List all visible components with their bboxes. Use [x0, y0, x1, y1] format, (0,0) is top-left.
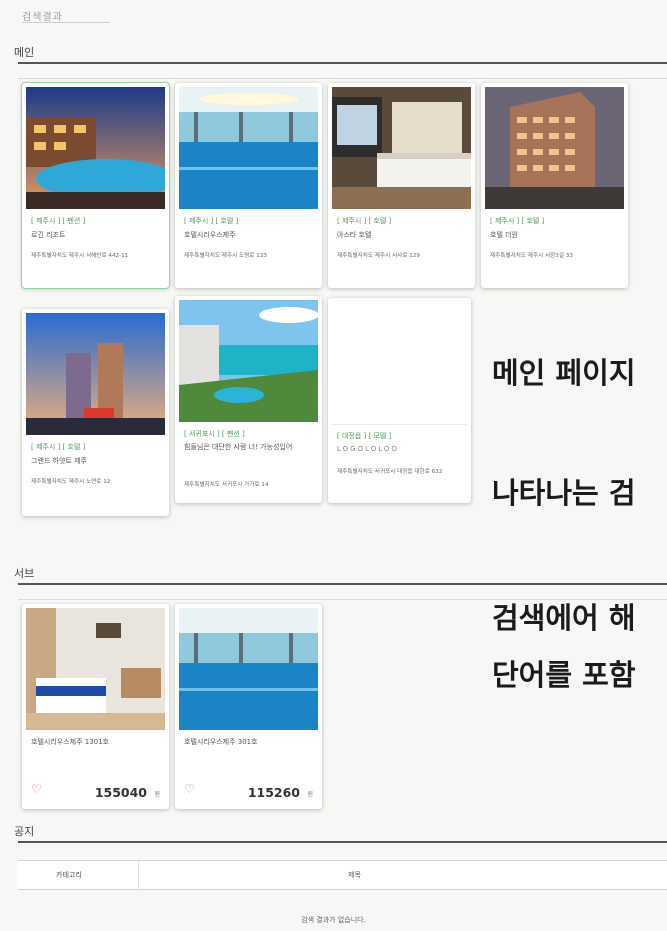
- room-price: 155040: [94, 785, 147, 800]
- heart-outline-icon[interactable]: ♡: [31, 782, 42, 796]
- room-card[interactable]: 호텔시리우스제주 301호 ♡ 115260 원: [175, 604, 322, 809]
- column-title: 제목: [348, 871, 361, 879]
- overlay-text-1: 메인 페이지: [492, 356, 636, 390]
- section-sub-label: 서브: [14, 567, 35, 580]
- place-address: 제주특별자치도 제주시 도령로 133: [184, 253, 267, 259]
- place-address: 제주특별자치도 제주시 서해안로 442-11: [31, 253, 129, 259]
- price-unit: 원: [307, 791, 313, 798]
- section-main-label: 메인: [14, 46, 35, 59]
- room-card[interactable]: 호텔시리우스제주 1301호 ♡ 155040 원: [22, 604, 169, 809]
- place-address: 제주특별자치도 제주시 서사로 129: [337, 253, 420, 259]
- place-name: 로긴 리조트: [31, 231, 66, 239]
- price-unit: 원: [154, 791, 160, 798]
- place-tags: [ 제주시 ] [ 호텔 ]: [184, 217, 239, 225]
- page-title: 검색결과: [22, 12, 63, 23]
- place-card[interactable]: [ 제주시 ] [ 호텔 ] 호텔시리우스제주 제주특별자치도 제주시 도령로 …: [175, 83, 322, 288]
- place-address: 제주특별자치도 제주시 노연로 12: [31, 479, 111, 485]
- place-tags: [ 제주시 ] [ 호텔 ]: [490, 217, 545, 225]
- place-address: 제주특별자치도 서귀포시 가가로 14: [184, 482, 269, 488]
- place-card[interactable]: [ 제주시 ] [ 호텔 ] 그랜드 하얏트 제주 제주특별자치도 제주시 노연…: [22, 309, 169, 516]
- place-photo-towers: [26, 313, 165, 435]
- room-name: 호텔시리우스제주 301호: [184, 738, 258, 746]
- place-name: LOGOLOLOO: [337, 445, 399, 453]
- place-address: 제주특별자치도 제주시 서광3길 33: [490, 253, 573, 259]
- place-photo-resort: [26, 87, 165, 209]
- room-name: 호텔시리우스제주 1301호: [31, 738, 109, 746]
- notice-table-header: 카테고리 제목: [18, 860, 667, 890]
- place-photo-room: [332, 87, 471, 209]
- place-tags: [ 제주시 ] [ 호텔 ]: [31, 443, 86, 451]
- place-card[interactable]: [ 제주시 ] [ 펜션 ] 로긴 리조트 제주특별자치도 제주시 서해안로 4…: [21, 82, 170, 289]
- room-photo-pool: [179, 608, 318, 730]
- place-card[interactable]: [ 제주시 ] [ 호텔 ] 아스타 호텔 제주특별자치도 제주시 서사로 12…: [328, 83, 475, 288]
- section-main-subrule: [18, 78, 667, 79]
- place-name: 힘들님은 대단한 사람 너! 가능성입어: [184, 443, 293, 451]
- room-price: 115260: [247, 785, 300, 800]
- page-title-underline: [22, 22, 110, 23]
- section-sub-rule: [18, 583, 667, 585]
- section-main-rule: [18, 62, 667, 64]
- place-photo-building: [485, 87, 624, 209]
- place-photo-pool: [179, 87, 318, 209]
- place-tags: [ 제주시 ] [ 펜션 ]: [31, 217, 86, 225]
- place-name: 아스타 호텔: [337, 231, 372, 239]
- place-card[interactable]: [ 제주시 ] [ 호텔 ] 호텔 더원 제주특별자치도 제주시 서광3길 33: [481, 83, 628, 288]
- place-name: 그랜드 하얏트 제주: [31, 457, 87, 465]
- place-photo-beach: [179, 300, 318, 422]
- place-name: 호텔 더원: [490, 231, 518, 239]
- column-divider: [138, 861, 139, 889]
- place-card[interactable]: [ 대정읍 ] [ 모텔 ] LOGOLOLOO 제주특별자치도 서귀포시 대정…: [328, 298, 471, 503]
- place-address: 제주특별자치도 서귀포시 대정읍 대한로 632: [337, 469, 443, 475]
- place-card[interactable]: [ 서귀포시 ] [ 펜션 ] 힘들님은 대단한 사람 너! 가능성입어 제주특…: [175, 296, 322, 503]
- place-tags: [ 대정읍 ] [ 모텔 ]: [337, 432, 392, 440]
- place-tags: [ 제주시 ] [ 호텔 ]: [337, 217, 392, 225]
- overlay-text-2: 나타나는 검: [492, 476, 636, 510]
- overlay-text-3: 검색에어 해: [492, 601, 636, 635]
- room-photo-bedroom: [26, 608, 165, 730]
- place-tags: [ 서귀포시 ] [ 펜션 ]: [184, 430, 245, 438]
- place-name: 호텔시리우스제주: [184, 231, 236, 239]
- place-photo-empty: [332, 302, 467, 425]
- column-category: 카테고리: [56, 871, 82, 879]
- section-notice-rule: [18, 841, 667, 843]
- overlay-text-4: 단어를 포함: [492, 658, 636, 692]
- section-notice-label: 공지: [14, 825, 35, 838]
- no-result-message: 검색 결과가 없습니다.: [301, 916, 366, 924]
- heart-outline-icon[interactable]: ♡: [184, 782, 195, 796]
